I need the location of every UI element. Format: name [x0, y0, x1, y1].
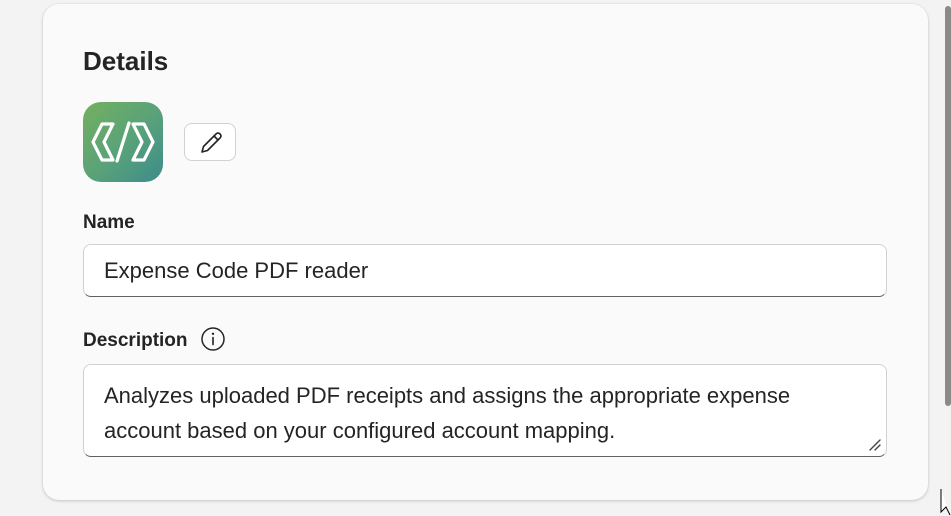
code-brackets-icon — [83, 102, 163, 182]
description-label: Description — [83, 330, 188, 351]
details-card: Details Name Description Analyzes upload… — [43, 4, 928, 500]
mouse-cursor-icon — [940, 489, 951, 516]
edit-icon-button[interactable] — [184, 123, 236, 161]
name-label: Name — [83, 212, 135, 233]
scrollbar-thumb[interactable] — [945, 6, 951, 406]
info-icon[interactable] — [200, 326, 226, 352]
pencil-icon — [201, 132, 222, 153]
resize-grip-icon[interactable] — [868, 438, 882, 452]
description-textarea[interactable]: Analyzes uploaded PDF receipts and assig… — [83, 364, 887, 457]
description-text: Analyzes uploaded PDF receipts and assig… — [104, 383, 791, 443]
section-title: Details — [83, 46, 169, 76]
name-input[interactable] — [83, 244, 887, 297]
